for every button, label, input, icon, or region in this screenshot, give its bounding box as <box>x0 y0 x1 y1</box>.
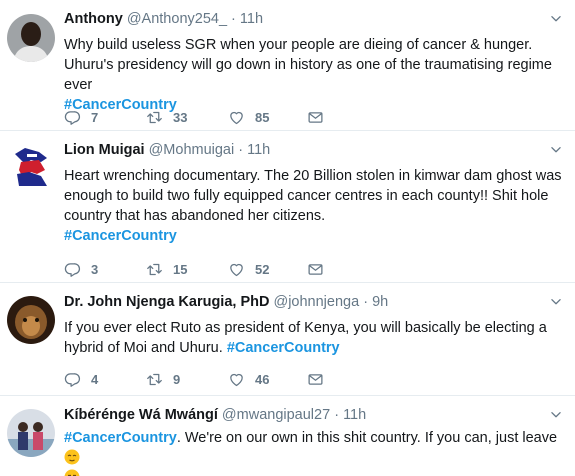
chevron-down-icon[interactable] <box>549 408 563 422</box>
timestamp[interactable]: 11h <box>240 11 263 27</box>
reply-count: 3 <box>91 261 99 277</box>
chevron-down-icon[interactable] <box>549 295 563 309</box>
retweet-button[interactable]: 9 <box>146 369 180 389</box>
like-button[interactable]: 52 <box>228 259 269 279</box>
tweet-actions: 4 9 46 <box>64 369 569 389</box>
retweet-icon <box>146 371 163 388</box>
username[interactable]: @johnnjenga <box>273 294 359 310</box>
separator: · <box>363 294 369 310</box>
retweet-count: 15 <box>173 261 188 277</box>
tweet-header: Kíbérénge Wá Mwángí @mwangipaul27 · 11h <box>64 406 366 424</box>
heart-icon <box>228 109 245 126</box>
timestamp[interactable]: 11h <box>343 407 366 423</box>
hashtag-link[interactable]: #CancerCountry <box>227 340 340 356</box>
chevron-down-icon[interactable] <box>549 143 563 157</box>
reply-icon <box>64 261 81 278</box>
tweet-text: Why build useless SGR when your people a… <box>64 35 569 115</box>
tweet[interactable]: Kíbérénge Wá Mwángí @mwangipaul27 · 11h … <box>0 396 575 476</box>
reply-icon <box>64 109 81 126</box>
tweet-header: Lion Muigai @Mohmuigai · 11h <box>64 141 270 159</box>
reply-count: 7 <box>91 109 99 125</box>
tweet-body: Why build useless SGR when your people a… <box>64 37 552 93</box>
like-count: 52 <box>255 261 270 277</box>
separator: · <box>231 11 236 27</box>
tweet[interactable]: Dr. John Njenga Karugia, PhD @johnnjenga… <box>0 283 575 396</box>
display-name[interactable]: Kíbérénge Wá Mwángí <box>64 407 218 423</box>
separator: · <box>334 407 340 423</box>
tweet-text: #CancerCountry. We're on our own in this… <box>64 428 569 476</box>
username[interactable]: @Mohmuigai <box>149 142 235 158</box>
tweet-header: Anthony @Anthony254_ · 11h <box>64 10 263 28</box>
reply-button[interactable]: 4 <box>64 369 98 389</box>
reply-button[interactable]: 7 <box>64 107 98 127</box>
tweet[interactable]: Lion Muigai @Mohmuigai · 11h Heart wrenc… <box>0 131 575 283</box>
heart-icon <box>228 371 245 388</box>
envelope-icon <box>307 109 324 126</box>
direct-message-button[interactable] <box>307 259 324 279</box>
direct-message-button[interactable] <box>307 107 324 127</box>
tweet-text: Heart wrenching documentary. The 20 Bill… <box>64 166 569 246</box>
relieved-face-emoji-icon <box>64 449 80 465</box>
like-count: 85 <box>255 109 270 125</box>
hashtag-link[interactable]: #CancerCountry <box>64 430 177 446</box>
direct-message-button[interactable] <box>307 369 324 389</box>
retweet-button[interactable]: 15 <box>146 259 187 279</box>
heart-icon <box>228 261 245 278</box>
retweet-count: 33 <box>173 109 188 125</box>
envelope-icon <box>307 261 324 278</box>
retweet-count: 9 <box>173 371 181 387</box>
tweet-actions: 3 15 52 <box>64 259 569 279</box>
like-count: 46 <box>255 371 270 387</box>
display-name[interactable]: Anthony <box>64 11 123 27</box>
chevron-down-icon[interactable] <box>549 12 563 26</box>
avatar[interactable] <box>7 409 55 457</box>
tweet-text-end: . <box>80 470 84 476</box>
avatar[interactable] <box>7 14 55 62</box>
tweet-body: Heart wrenching documentary. The 20 Bill… <box>64 168 562 224</box>
timeline: Anthony @Anthony254_ · 11h Why build use… <box>0 0 575 476</box>
like-button[interactable]: 46 <box>228 369 269 389</box>
retweet-icon <box>146 109 163 126</box>
username[interactable]: @Anthony254_ <box>127 11 227 27</box>
crying-face-emoji-icon <box>64 469 80 476</box>
tweet-text: If you ever elect Ruto as president of K… <box>64 318 569 358</box>
reply-button[interactable]: 3 <box>64 259 98 279</box>
retweet-button[interactable]: 33 <box>146 107 187 127</box>
tweet-body: . We're on our own in this shit country.… <box>176 430 558 446</box>
avatar[interactable] <box>7 296 55 344</box>
retweet-icon <box>146 261 163 278</box>
hashtag-link[interactable]: #CancerCountry <box>64 228 177 244</box>
envelope-icon <box>307 371 324 388</box>
like-button[interactable]: 85 <box>228 107 269 127</box>
display-name[interactable]: Lion Muigai <box>64 142 145 158</box>
timestamp[interactable]: 11h <box>247 142 270 158</box>
separator: · <box>238 142 244 158</box>
avatar[interactable] <box>7 144 55 192</box>
tweet[interactable]: Anthony @Anthony254_ · 11h Why build use… <box>0 0 575 131</box>
reply-icon <box>64 371 81 388</box>
username[interactable]: @mwangipaul27 <box>222 407 330 423</box>
display-name[interactable]: Dr. John Njenga Karugia, PhD <box>64 294 269 310</box>
timestamp[interactable]: 9h <box>372 294 388 310</box>
tweet-actions: 7 33 85 <box>64 107 569 127</box>
tweet-header: Dr. John Njenga Karugia, PhD @johnnjenga… <box>64 293 388 311</box>
reply-count: 4 <box>91 371 99 387</box>
